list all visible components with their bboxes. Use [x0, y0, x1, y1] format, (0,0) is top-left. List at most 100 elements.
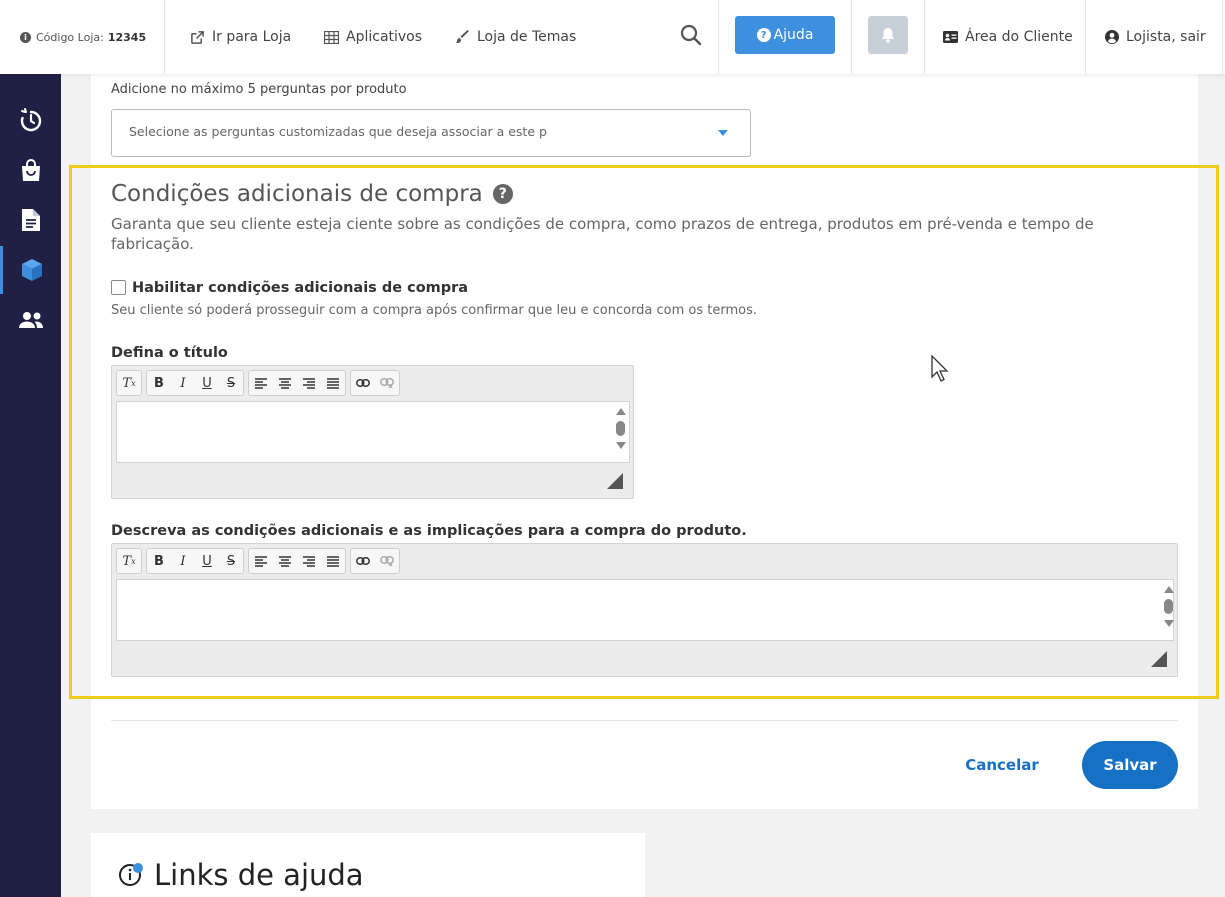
cancel-button[interactable]: Cancelar	[952, 748, 1052, 782]
grid-icon	[324, 30, 339, 44]
align-center-button[interactable]	[273, 549, 297, 573]
toolbar-group-link	[350, 370, 400, 396]
user-circle-icon	[1105, 30, 1119, 44]
logout-link[interactable]: Lojista, sair	[1105, 0, 1206, 74]
unlink-icon	[380, 378, 394, 388]
align-left-button[interactable]	[249, 371, 273, 395]
info-icon: i	[20, 31, 31, 43]
theme-store-label: Loja de Temas	[477, 29, 577, 45]
toolbar-group-format: Tx	[116, 370, 142, 396]
underline-button[interactable]: U	[195, 371, 219, 395]
store-code: i Código Loja: 12345	[20, 0, 146, 74]
shopping-bag-icon	[21, 159, 40, 181]
align-right-button[interactable]	[297, 371, 321, 395]
topbar-divider	[164, 0, 165, 74]
align-justify-button[interactable]	[321, 549, 345, 573]
align-justify-icon	[327, 377, 339, 389]
external-link-icon	[191, 30, 204, 44]
sidebar-item-sales[interactable]	[0, 146, 61, 194]
topbar-divider	[1222, 0, 1223, 74]
top-bar: i Código Loja: 12345 Ir para Loja Aplica…	[0, 0, 1225, 74]
notifications-button[interactable]	[868, 16, 908, 54]
italic-button[interactable]: I	[171, 549, 195, 573]
description-edit-area[interactable]	[116, 579, 1174, 641]
topbar-divider	[1085, 0, 1086, 74]
sidebar-item-reports[interactable]	[0, 196, 61, 244]
custom-questions-placeholder: Selecione as perguntas customizadas que …	[129, 124, 547, 139]
unlink-button[interactable]	[375, 371, 399, 395]
unlink-button[interactable]	[375, 549, 399, 573]
toolbar-group-style: B I U S	[146, 370, 244, 396]
scroll-down-icon	[1164, 620, 1174, 627]
mouse-cursor-icon	[931, 354, 951, 387]
bell-icon	[882, 28, 894, 43]
underline-button[interactable]: U	[195, 549, 219, 573]
toolbar-group-style: B I U S	[146, 548, 244, 574]
scroll-down-icon	[616, 442, 626, 449]
chevron-down-icon	[718, 130, 728, 136]
link-icon	[356, 557, 370, 565]
align-left-button[interactable]	[249, 549, 273, 573]
link-button[interactable]	[351, 549, 375, 573]
enable-conditions-checkbox[interactable]	[111, 280, 126, 295]
align-right-icon	[303, 377, 315, 389]
scroll-thumb[interactable]	[1164, 599, 1173, 614]
theme-store-link[interactable]: Loja de Temas	[456, 0, 576, 74]
box-icon	[22, 259, 42, 281]
apps-link[interactable]: Aplicativos	[324, 0, 422, 74]
document-icon	[21, 209, 40, 231]
save-button[interactable]: Salvar	[1082, 741, 1178, 789]
custom-questions-select[interactable]: Selecione as perguntas customizadas que …	[111, 109, 751, 157]
title-edit-area[interactable]	[116, 401, 630, 463]
sidebar	[0, 74, 61, 897]
questions-label: Adicione no máximo 5 perguntas por produ…	[111, 82, 407, 97]
title-field-label: Defina o título	[111, 345, 228, 361]
search-button[interactable]	[680, 24, 702, 50]
enable-conditions-label[interactable]: Habilitar condições adicionais de compra	[132, 280, 468, 296]
title-rich-text-editor: Tx B I U S	[111, 365, 634, 499]
align-center-icon	[279, 555, 291, 567]
topbar-divider	[924, 0, 925, 74]
go-to-store-link[interactable]: Ir para Loja	[190, 0, 291, 74]
search-icon	[680, 24, 702, 46]
remove-format-button[interactable]: Tx	[117, 549, 141, 573]
scroll-up-icon	[616, 408, 626, 415]
scroll-up-icon	[1164, 586, 1174, 593]
editor-toolbar: Tx B I U S	[116, 548, 404, 574]
align-right-button[interactable]	[297, 549, 321, 573]
users-icon	[18, 312, 43, 328]
align-right-icon	[303, 555, 315, 567]
section-description: Garanta que seu cliente esteja ciente so…	[111, 215, 1094, 253]
editor-scrollbar[interactable]	[616, 408, 626, 449]
resize-handle-icon[interactable]	[607, 473, 623, 489]
editor-scrollbar[interactable]	[1164, 586, 1174, 627]
bold-button[interactable]: B	[147, 371, 171, 395]
sidebar-item-customers[interactable]	[0, 296, 61, 344]
resize-handle-icon[interactable]	[1151, 651, 1167, 667]
help-button[interactable]: ? Ajuda	[735, 16, 835, 54]
help-circle-icon[interactable]: ?	[492, 184, 513, 204]
enable-conditions-hint: Seu cliente só poderá prosseguir com a c…	[111, 303, 758, 318]
id-card-icon	[943, 31, 958, 43]
description-rich-text-editor: Tx B I U S	[111, 543, 1178, 677]
italic-button[interactable]: I	[171, 371, 195, 395]
strikethrough-button[interactable]: S	[219, 549, 243, 573]
topbar-divider	[718, 0, 719, 74]
align-center-icon	[279, 377, 291, 389]
topbar-divider	[851, 0, 852, 74]
toolbar-group-format: Tx	[116, 548, 142, 574]
align-justify-button[interactable]	[321, 371, 345, 395]
strikethrough-button[interactable]: S	[219, 371, 243, 395]
scroll-thumb[interactable]	[616, 421, 625, 436]
remove-format-button[interactable]: Tx	[117, 371, 141, 395]
section-title: Condições adicionais de compra ?	[111, 181, 513, 207]
help-links-icon	[119, 861, 145, 891]
client-area-link[interactable]: Área do Cliente	[943, 0, 1073, 74]
sidebar-item-products[interactable]	[0, 246, 61, 294]
editor-toolbar: Tx B I U S	[116, 370, 404, 396]
go-to-store-label: Ir para Loja	[212, 29, 292, 45]
link-button[interactable]	[351, 371, 375, 395]
bold-button[interactable]: B	[147, 549, 171, 573]
sidebar-item-dashboard[interactable]	[0, 96, 61, 144]
align-center-button[interactable]	[273, 371, 297, 395]
